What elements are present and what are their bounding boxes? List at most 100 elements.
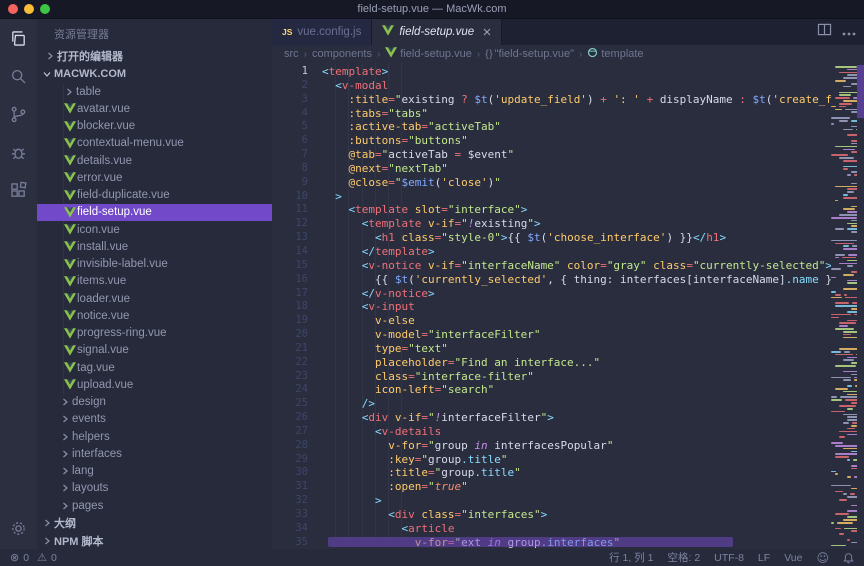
search-icon[interactable] xyxy=(0,57,37,95)
tree-item-design[interactable]: design xyxy=(37,394,272,411)
tree-item-invisible-label-vue[interactable]: invisible-label.vue xyxy=(37,256,272,273)
section-open-editors[interactable]: 打开的编辑器 xyxy=(37,47,272,65)
tree-item-interfaces[interactable]: interfaces xyxy=(37,445,272,462)
tree-item-upload-vue[interactable]: upload.vue xyxy=(37,376,272,393)
code-line[interactable]: 2 <v-modal xyxy=(272,79,831,93)
code-line[interactable]: 23 class="interface-filter" xyxy=(272,370,831,384)
tree-item-avatar-vue[interactable]: avatar.vue xyxy=(37,100,272,117)
code-line[interactable]: 16 {{ $t('currently_selected', { thing: … xyxy=(272,273,831,287)
breadcrumb-item-4[interactable]: { }"field-setup.vue" xyxy=(485,48,574,60)
code-area[interactable]: 1<template>2 <v-modal3 :title="existing … xyxy=(272,63,864,549)
code-line[interactable]: 21 type="text" xyxy=(272,342,831,356)
code-line[interactable]: 32 > xyxy=(272,494,831,508)
status-item-1[interactable]: 行 1, 列 1 xyxy=(609,550,653,565)
feedback-smiley-icon[interactable]: ☺ xyxy=(816,551,829,565)
tree-item-field-duplicate-vue[interactable]: field-duplicate.vue xyxy=(37,187,272,204)
tree-item-layouts[interactable]: layouts xyxy=(37,480,272,497)
code-line[interactable]: 31 :open="true" xyxy=(272,480,831,494)
tree-item-helpers[interactable]: helpers xyxy=(37,428,272,445)
status-item-5[interactable]: Vue xyxy=(784,552,802,564)
minimap-line xyxy=(831,268,841,270)
tree-item-table[interactable]: table xyxy=(37,83,272,100)
code-line[interactable]: 8 @next="nextTab" xyxy=(272,162,831,176)
vue-file-icon xyxy=(62,310,77,321)
code-line[interactable]: 27 <v-details xyxy=(272,425,831,439)
tree-item-icon-vue[interactable]: icon.vue xyxy=(37,221,272,238)
source-control-icon[interactable] xyxy=(0,95,37,133)
tree-item-tag-vue[interactable]: tag.vue xyxy=(37,359,272,376)
code-line[interactable]: 1<template> xyxy=(272,65,831,79)
code-line[interactable]: 15 <v-notice v-if="interfaceName" color=… xyxy=(272,259,831,273)
tree-item-field-setup-vue[interactable]: field-setup.vue xyxy=(37,204,272,221)
notifications-bell-icon[interactable] xyxy=(843,552,854,564)
code-line[interactable]: 9 @close="$emit('close')" xyxy=(272,176,831,190)
code-line[interactable]: 29 :key="group.title" xyxy=(272,453,831,467)
tree-item-blocker-vue[interactable]: blocker.vue xyxy=(37,118,272,135)
split-editor-icon[interactable] xyxy=(817,23,832,41)
tree-item-contextual-menu-vue[interactable]: contextual-menu.vue xyxy=(37,135,272,152)
code-line[interactable]: 34 <article xyxy=(272,522,831,536)
section-npm-scripts[interactable]: NPM 脚本 xyxy=(37,532,272,549)
tree-item-notice-vue[interactable]: notice.vue xyxy=(37,307,272,324)
code-line[interactable]: 12 <template v-if="!existing"> xyxy=(272,217,831,231)
minimap-line xyxy=(851,542,857,544)
code-line[interactable]: 22 placeholder="Find an interface..." xyxy=(272,356,831,370)
code-line[interactable]: 17 </v-notice> xyxy=(272,287,831,301)
code-line[interactable]: 10 > xyxy=(272,190,831,204)
status-item-4[interactable]: LF xyxy=(758,552,770,564)
tree-item-signal-vue[interactable]: signal.vue xyxy=(37,342,272,359)
code-line[interactable]: 20 v-model="interfaceFilter" xyxy=(272,328,831,342)
section-root[interactable]: MACWK.COM xyxy=(37,65,272,83)
tree-item-items-vue[interactable]: items.vue xyxy=(37,273,272,290)
tree-item-pages[interactable]: pages xyxy=(37,497,272,514)
status-item-2[interactable]: 空格: 2 xyxy=(667,550,700,565)
code-line[interactable]: 4 :tabs="tabs" xyxy=(272,107,831,121)
tree-item-events[interactable]: events xyxy=(37,411,272,428)
tree-item-progress-ring-vue[interactable]: progress-ring.vue xyxy=(37,325,272,342)
code-line[interactable]: 3 :title="existing ? $t('update_field') … xyxy=(272,93,831,107)
breadcrumb-separator: › xyxy=(579,49,582,60)
debug-icon[interactable] xyxy=(0,133,37,171)
code-line[interactable]: 11 <template slot="interface"> xyxy=(272,203,831,217)
tree-item-details-vue[interactable]: details.vue xyxy=(37,152,272,169)
code-line[interactable]: 33 <div class="interfaces"> xyxy=(272,508,831,522)
section-outline[interactable]: 大纲 xyxy=(37,514,272,532)
code-line[interactable]: 13 <h1 class="style-0">{{ $t('choose_int… xyxy=(272,231,831,245)
extensions-icon[interactable] xyxy=(0,171,37,209)
line-number: 32 xyxy=(272,494,322,508)
tree-item-error-vue[interactable]: error.vue xyxy=(37,169,272,186)
breadcrumb-item-1[interactable]: src xyxy=(284,48,299,60)
code-line[interactable]: 28 v-for="group in interfacesPopular" xyxy=(272,439,831,453)
settings-gear-icon[interactable] xyxy=(0,509,37,547)
vertical-scrollbar[interactable] xyxy=(857,65,864,118)
explorer-icon[interactable] xyxy=(0,19,37,57)
tab-vue-config-js[interactable]: JSvue.config.js xyxy=(272,19,372,45)
tree-item-label: items.vue xyxy=(77,275,126,287)
code-line[interactable]: 25 /> xyxy=(272,397,831,411)
more-actions-icon[interactable] xyxy=(842,23,856,41)
code-line[interactable]: 26 <div v-if="!interfaceFilter"> xyxy=(272,411,831,425)
minimap-line xyxy=(839,322,856,324)
breadcrumb-item-3[interactable]: field-setup.vue xyxy=(385,47,472,61)
close-icon[interactable] xyxy=(483,28,491,36)
tree-item-lang[interactable]: lang xyxy=(37,463,272,480)
code-line[interactable]: 14 </template> xyxy=(272,245,831,259)
tab-field-setup-vue[interactable]: field-setup.vue xyxy=(372,19,502,45)
code-line[interactable]: 5 :active-tab="activeTab" xyxy=(272,120,831,134)
horizontal-scrollbar[interactable] xyxy=(328,537,733,547)
tree-item-install-vue[interactable]: install.vue xyxy=(37,238,272,255)
code-line[interactable]: 19 v-else xyxy=(272,314,831,328)
minimap-line xyxy=(847,459,850,461)
breadcrumb-item-5[interactable]: template xyxy=(587,47,643,61)
breadcrumb-item-2[interactable]: components xyxy=(312,48,372,60)
code-line[interactable]: 6 :buttons="buttons" xyxy=(272,134,831,148)
chevron-down-icon xyxy=(40,70,54,78)
code-line[interactable]: 7 @tab="activeTab = $event" xyxy=(272,148,831,162)
code-line[interactable]: 30 :title="group.title" xyxy=(272,466,831,480)
minimap[interactable] xyxy=(831,63,857,549)
code-line[interactable]: 24 icon-left="search" xyxy=(272,383,831,397)
code-line[interactable]: 18 <v-input xyxy=(272,300,831,314)
tree-item-loader-vue[interactable]: loader.vue xyxy=(37,290,272,307)
problems-status[interactable]: ⊗ 0 ⚠ 0 xyxy=(0,551,57,564)
status-item-3[interactable]: UTF-8 xyxy=(714,552,744,564)
